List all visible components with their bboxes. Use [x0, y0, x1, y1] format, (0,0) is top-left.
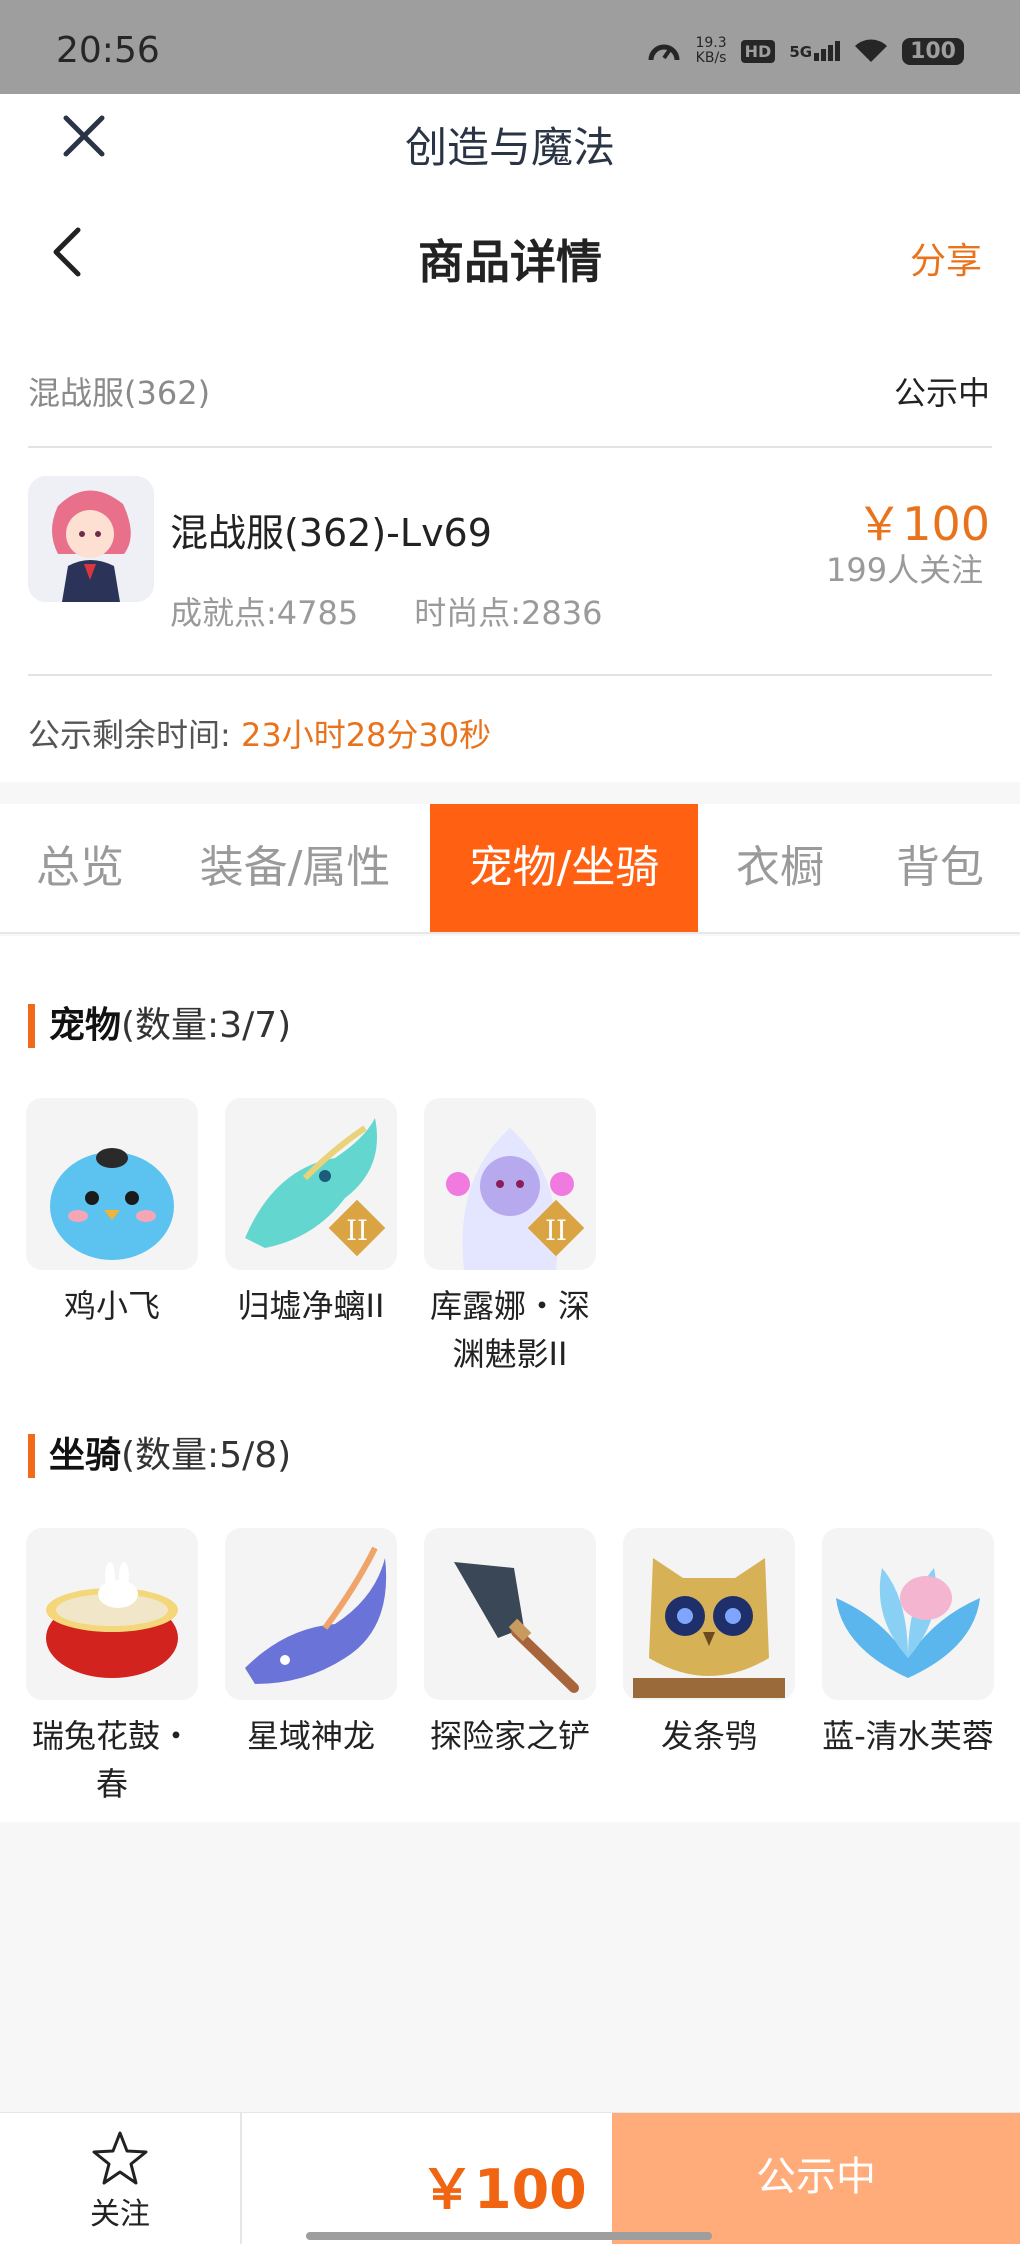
status-bar: 20:56 19.3 KB/s HD 5G 100	[0, 0, 1020, 94]
hd-icon: HD	[740, 39, 776, 63]
mount-name: 星域神龙	[246, 1717, 375, 1755]
pet-image: II	[424, 1098, 596, 1270]
mount-image	[225, 1528, 397, 1700]
mount-item[interactable]: 发条鸮	[623, 1528, 795, 1760]
status-time: 20:56	[56, 30, 160, 71]
mount-name: 发条鸮	[660, 1717, 757, 1755]
signal-icon: 5G	[789, 41, 841, 61]
share-button[interactable]: 分享	[910, 232, 982, 284]
pet-image: II	[225, 1098, 397, 1270]
tab-wardrobe[interactable]: 衣橱	[714, 804, 846, 932]
mount-item[interactable]: 蓝-清水芙蓉	[822, 1528, 994, 1760]
pet-item[interactable]: 鸡小飞	[26, 1098, 198, 1330]
wifi-icon	[855, 39, 888, 62]
mount-image	[822, 1528, 994, 1700]
tab-bar: 总览 装备/属性 宠物/坐骑 衣橱 背包	[0, 804, 1020, 934]
pets-heading: 宠物(数量:3/7)	[28, 1004, 291, 1048]
character-stats: 成就点:4785 时尚点:2836	[170, 588, 602, 634]
pet-name: 归墟净螭II	[237, 1287, 385, 1325]
mount-name: 瑞兔花鼓・春	[31, 1717, 192, 1803]
fashion-points: 时尚点:2836	[414, 594, 603, 632]
svg-text:II: II	[346, 1214, 368, 1247]
home-indicator[interactable]	[306, 2232, 712, 2240]
pet-item[interactable]: II 归墟净螭II	[225, 1098, 397, 1330]
mount-image	[424, 1528, 596, 1700]
svg-text:II: II	[545, 1214, 567, 1247]
mount-image	[623, 1528, 795, 1700]
bottom-price: ￥100	[420, 2158, 587, 2221]
countdown: 公示剩余时间: 23小时28分30秒	[28, 710, 491, 756]
bottom-bar: 关注 ￥100 公示中	[0, 2112, 1020, 2244]
follower-count: 199人关注	[826, 551, 984, 589]
mounts-heading: 坐骑(数量:5/8)	[28, 1434, 291, 1478]
divider	[28, 674, 992, 676]
net-speed: 19.3 KB/s	[695, 35, 727, 66]
pets-mounts-panel: 宠物(数量:3/7) 鸡小飞 II 归墟净螭II II 库露娜・深渊魅影II 坐…	[0, 936, 1020, 1822]
battery-icon: 100	[902, 37, 964, 65]
pet-image	[26, 1098, 198, 1270]
app-title: 创造与魔法	[404, 123, 615, 172]
pet-name: 库露娜・深渊魅影II	[429, 1287, 590, 1373]
page-title: 商品详情	[418, 235, 602, 289]
tab-equipment[interactable]: 装备/属性	[180, 804, 410, 932]
pet-name: 鸡小飞	[63, 1287, 160, 1325]
countdown-label: 公示剩余时间:	[28, 716, 231, 754]
mount-image	[26, 1528, 198, 1700]
tab-backpack[interactable]: 背包	[874, 804, 1006, 932]
status-icons: 19.3 KB/s HD 5G 100	[647, 36, 964, 66]
status-button[interactable]: 公示中	[612, 2113, 1020, 2244]
mount-item[interactable]: 星域神龙	[225, 1528, 397, 1760]
mount-item[interactable]: 瑞兔花鼓・春	[26, 1528, 198, 1808]
server-name: 混战服(362)	[28, 374, 211, 412]
speedometer-icon	[648, 44, 680, 61]
star-icon	[92, 2131, 148, 2185]
nav-bar: 商品详情 分享	[0, 186, 1020, 326]
achievement-points: 成就点:4785	[170, 594, 359, 632]
app-title-bar: 创造与魔法	[0, 94, 1020, 186]
listing-info: 混战服(362) 公示中 混战服(362)-Lv69 成就点:4785 时尚点:…	[0, 326, 1020, 782]
countdown-value: 23小时28分30秒	[240, 716, 492, 754]
tab-overview[interactable]: 总览	[14, 804, 146, 932]
divider	[28, 446, 992, 448]
character-name: 混战服(362)-Lv69	[170, 511, 492, 555]
follow-button[interactable]: 关注	[0, 2113, 242, 2244]
pet-item[interactable]: II 库露娜・深渊魅影II	[424, 1098, 596, 1378]
mount-item[interactable]: 探险家之铲	[424, 1528, 596, 1760]
listing-state: 公示中	[893, 374, 990, 412]
avatar	[28, 476, 154, 602]
tab-pets-mounts[interactable]: 宠物/坐骑	[430, 804, 698, 932]
mount-name: 探险家之铲	[429, 1717, 590, 1755]
mount-name: 蓝-清水芙蓉	[822, 1717, 994, 1755]
follow-label: 关注	[90, 2197, 150, 2232]
